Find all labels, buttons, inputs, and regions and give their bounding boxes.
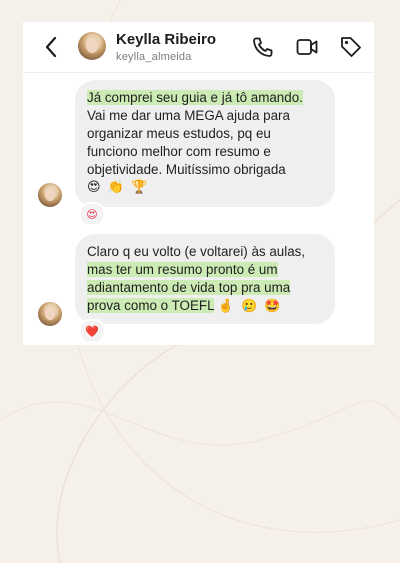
star-struck-emoji: 🤩 [264,299,281,314]
avatar[interactable] [78,32,106,60]
avatar[interactable] [38,183,62,207]
heart-eyes-emoji: 😍 [87,180,101,195]
chat-card: Keylla Ribeiro keylla_almeida Já comprei… [23,22,374,345]
back-arrow-icon[interactable] [41,34,63,60]
contact-handle: keylla_almeida [116,51,192,63]
highlighted-text: Já comprei seu guia e já tô amando. [87,90,303,105]
phone-icon[interactable] [251,35,275,59]
clapping-emoji: 👏 [107,180,124,195]
reaction-badge[interactable]: ❤️ [79,319,105,343]
contact-name[interactable]: Keylla Ribeiro [116,31,216,48]
trophy-emoji: 🏆 [131,180,148,195]
crossed-fingers-emoji: 🤞 [217,299,234,314]
message-bubble[interactable]: Claro q eu volto (e voltarei) às aulas, … [75,234,335,324]
video-camera-icon[interactable] [295,35,319,59]
message-text: Vai me dar uma MEGA ajuda para organizar… [87,108,290,177]
tag-icon[interactable] [339,35,363,59]
smiling-tear-emoji: 🥲 [241,299,258,314]
avatar[interactable] [38,302,62,326]
message-bubble[interactable]: Já comprei seu guia e já tô amando. Vai … [75,80,335,207]
message-text: Claro q eu volto (e voltarei) às aulas, [87,244,306,259]
emoji-row: 😍 👏 🏆 [87,179,323,197]
chat-header: Keylla Ribeiro keylla_almeida [23,22,374,73]
reaction-badge[interactable]: 😍 [79,202,105,226]
